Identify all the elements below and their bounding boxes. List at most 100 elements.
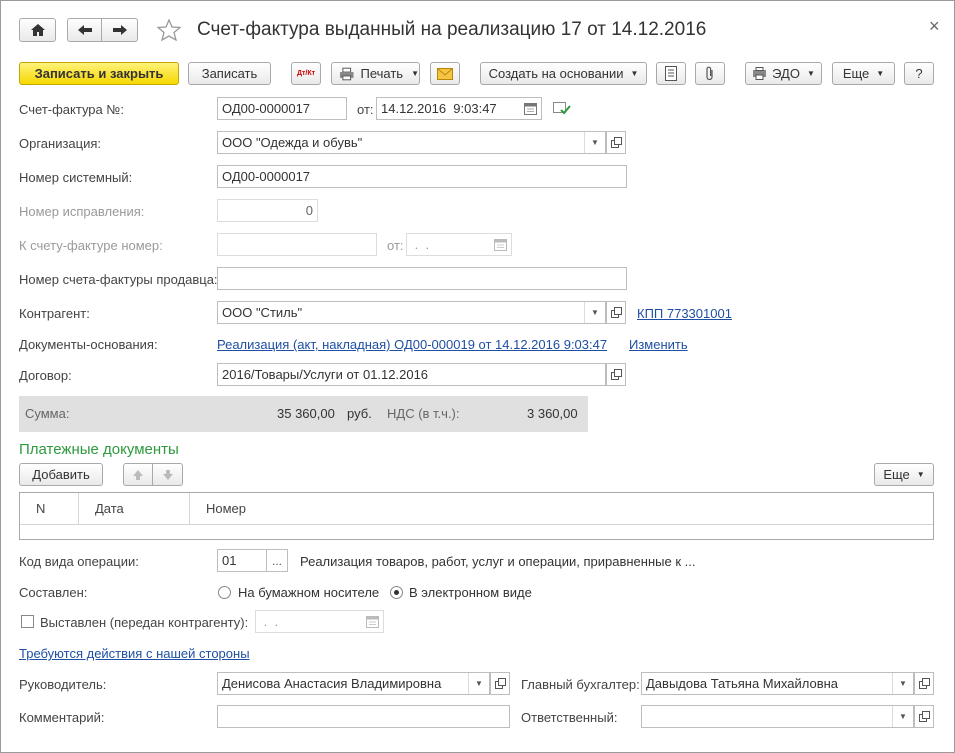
issued-date-field: . . [255, 610, 384, 633]
contractor-field[interactable]: ООО "Стиль" ▼ [217, 301, 606, 324]
forward-button[interactable] [101, 18, 138, 42]
operation-code-description: Реализация товаров, работ, услуг и опера… [300, 554, 696, 569]
kpp-link[interactable]: КПП 773301001 [637, 306, 732, 321]
page-title: Счет-фактура выданный на реализацию 17 о… [197, 19, 707, 40]
chevron-down-icon[interactable]: ▼ [584, 132, 605, 153]
chevron-down-icon: ▼ [876, 69, 885, 78]
home-button[interactable] [19, 18, 56, 42]
move-down-button[interactable] [152, 463, 183, 486]
operation-code-field[interactable]: 01 [217, 549, 267, 572]
create-based-on-label: Создать на основании [488, 66, 624, 81]
invoice-number-field[interactable]: ОД00-0000017 [217, 97, 347, 120]
chief-accountant-value: Давыдова Татьяна Михайловна [646, 676, 839, 691]
help-button[interactable]: ? [904, 62, 934, 85]
radio-paper[interactable] [218, 586, 231, 599]
contract-field[interactable]: 2016/Товары/Услуги от 01.12.2016 [217, 363, 606, 386]
radio-paper-label[interactable]: На бумажном носителе [238, 585, 379, 600]
open-icon [918, 678, 930, 689]
invoice-number-label: Счет-фактура №: [19, 102, 124, 117]
arrow-down-icon [162, 469, 173, 480]
calendar-icon [492, 236, 509, 253]
correction-number-field: 0 [217, 199, 318, 222]
actions-required-link[interactable]: Требуются действия с нашей стороны [19, 646, 250, 661]
open-icon [610, 307, 622, 318]
seller-invoice-number-field[interactable] [217, 267, 627, 290]
sum-label: Сумма: [25, 406, 70, 421]
correction-number-value: 0 [305, 203, 313, 218]
to-invoice-date-value: . . [411, 237, 430, 252]
to-invoice-date-label: от: [387, 238, 404, 253]
change-base-documents-link[interactable]: Изменить [629, 337, 688, 352]
envelope-icon [437, 67, 453, 80]
head-value: Денисова Анастасия Владимировна [222, 676, 442, 691]
payments-table[interactable]: N Дата Номер [19, 492, 934, 540]
chevron-down-icon[interactable]: ▼ [468, 673, 489, 694]
chevron-down-icon[interactable]: ▼ [892, 706, 913, 727]
organization-field[interactable]: ООО "Одежда и обувь" ▼ [217, 131, 606, 154]
edo-icon [753, 67, 767, 80]
payments-more-button[interactable]: Еще ▼ [874, 463, 934, 486]
column-header-n[interactable]: N [20, 493, 79, 525]
chevron-down-icon: ▼ [806, 69, 815, 78]
open-chief-accountant-button[interactable] [914, 672, 934, 695]
column-header-number[interactable]: Номер [190, 493, 933, 525]
chevron-down-icon: ▼ [630, 69, 639, 78]
save-and-close-button[interactable]: Записать и закрыть [19, 62, 179, 85]
back-button[interactable] [67, 18, 102, 42]
chief-accountant-field[interactable]: Давыдова Татьяна Михайловна ▼ [641, 672, 914, 695]
open-head-button[interactable] [490, 672, 510, 695]
invoice-date-label: от: [357, 102, 374, 117]
move-up-button[interactable] [123, 463, 153, 486]
responsible-label: Ответственный: [521, 710, 618, 725]
invoice-date-value: 14.12.2016 9:03:47 [381, 101, 497, 116]
invoice-date-field[interactable]: 14.12.2016 9:03:47 [376, 97, 542, 120]
column-header-date[interactable]: Дата [79, 493, 190, 525]
to-invoice-number-field [217, 233, 377, 256]
correction-number-label: Номер исправления: [19, 204, 145, 219]
system-number-label: Номер системный: [19, 170, 133, 185]
save-button[interactable]: Записать [188, 62, 271, 85]
open-contract-button[interactable] [606, 363, 626, 386]
issued-checkbox[interactable] [21, 615, 34, 628]
comment-field[interactable] [217, 705, 510, 728]
create-based-on-button[interactable]: Создать на основании ▼ [480, 62, 647, 85]
contractor-value: ООО "Стиль" [222, 305, 303, 320]
issued-label[interactable]: Выставлен (передан контрагенту): [40, 615, 248, 630]
responsible-field[interactable]: ▼ [641, 705, 914, 728]
chevron-down-icon[interactable]: ▼ [892, 673, 913, 694]
attach-button[interactable] [695, 62, 725, 85]
open-organization-button[interactable] [606, 131, 626, 154]
calendar-icon[interactable] [522, 100, 539, 117]
open-icon [610, 137, 622, 148]
edo-button[interactable]: ЭДО ▼ [745, 62, 822, 85]
close-icon[interactable]: × [929, 16, 940, 37]
calendar-icon [364, 613, 381, 630]
operation-code-select-button[interactable]: ... [266, 549, 288, 572]
print-label: Печать [360, 66, 404, 81]
open-responsible-button[interactable] [914, 705, 934, 728]
email-button[interactable] [430, 62, 460, 85]
contractor-label: Контрагент: [19, 306, 90, 321]
base-document-link[interactable]: Реализация (акт, накладная) ОД00-000019 … [217, 337, 607, 352]
more-button[interactable]: Еще ▼ [832, 62, 895, 85]
system-number-field[interactable]: ОД00-0000017 [217, 165, 627, 188]
chevron-down-icon[interactable]: ▼ [584, 302, 605, 323]
open-icon [610, 369, 622, 380]
dtkt-button[interactable]: Дт/Кт [291, 62, 321, 85]
open-contractor-button[interactable] [606, 301, 626, 324]
comment-label: Комментарий: [19, 710, 105, 725]
contract-label: Договор: [19, 368, 72, 383]
payments-section-title: Платежные документы [19, 441, 179, 458]
document-window: Счет-фактура выданный на реализацию 17 о… [0, 0, 955, 753]
favorite-star-icon[interactable] [156, 18, 182, 44]
report-button[interactable] [656, 62, 686, 85]
add-payment-button[interactable]: Добавить [19, 463, 103, 486]
head-field[interactable]: Денисова Анастасия Владимировна ▼ [217, 672, 490, 695]
open-icon [918, 711, 930, 722]
paperclip-icon [706, 66, 713, 81]
radio-electronic-label[interactable]: В электронном виде [409, 585, 532, 600]
radio-electronic[interactable] [390, 586, 403, 599]
print-button[interactable]: Печать ▼ [331, 62, 420, 85]
payments-more-label: Еще [883, 467, 910, 482]
vat-label: НДС (в т.ч.): [387, 406, 460, 421]
